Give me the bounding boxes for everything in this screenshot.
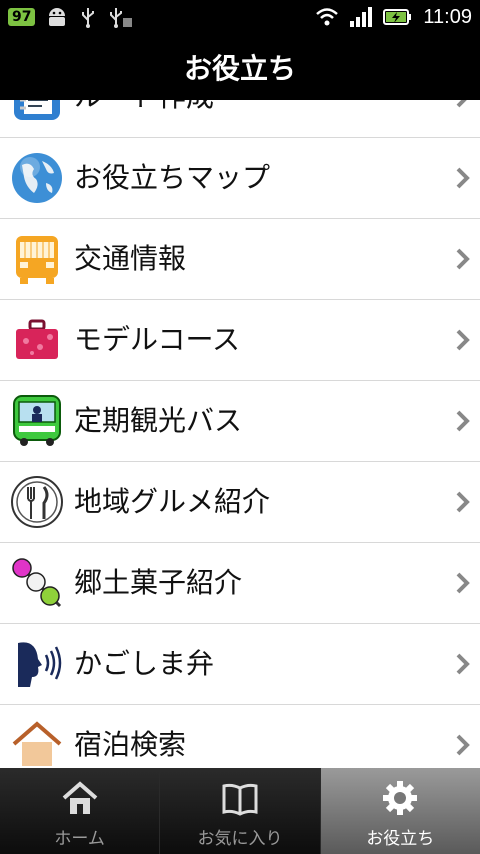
list-item-label: 宿泊検索 xyxy=(74,728,187,761)
list-item-model-course[interactable]: モデルコース xyxy=(0,300,480,381)
tab-useful[interactable]: お役立ち xyxy=(320,768,480,854)
tab-favorites[interactable]: お気に入り xyxy=(160,768,321,854)
list-item-label: 交通情報 xyxy=(74,242,187,275)
globe-icon xyxy=(12,153,62,203)
sightseeing-bus-icon xyxy=(13,395,61,446)
chevron-right-icon xyxy=(456,167,470,189)
status-right-icons: 11:09 xyxy=(315,4,472,30)
page-title: お役立ち xyxy=(183,52,296,85)
fork-knife-icon xyxy=(11,476,63,528)
list-item-label: かごしま弁 xyxy=(74,647,215,680)
list-item-label: モデルコース xyxy=(74,323,241,356)
list-item-lodging[interactable]: 宿泊検索 xyxy=(0,705,480,768)
gear-icon xyxy=(383,781,418,815)
chevron-right-icon xyxy=(456,491,470,513)
house-icon xyxy=(12,721,62,766)
status-left-icons: 97 xyxy=(8,6,133,28)
chevron-right-icon xyxy=(456,100,467,108)
list-item-sweets[interactable]: 郷土菓子紹介 xyxy=(0,543,480,624)
chevron-right-icon xyxy=(456,734,470,756)
menu-list[interactable]: ルート作成 お役立ちマップ 交通 xyxy=(0,100,480,768)
suitcase-icon xyxy=(16,319,58,359)
list-item-label: 定期観光バス xyxy=(74,404,243,437)
list-item-label: 郷土菓子紹介 xyxy=(74,566,243,599)
wifi-icon xyxy=(316,8,339,26)
list-item-dialect[interactable]: かごしま弁 xyxy=(0,624,480,705)
android-icon xyxy=(49,8,66,26)
chevron-right-icon xyxy=(456,329,470,351)
bottom-tab-bar: ホーム お気に入り お役立ち xyxy=(0,768,480,854)
route-notebook-icon xyxy=(14,100,60,120)
list-item-traffic[interactable]: 交通情報 xyxy=(0,219,480,300)
list-item-map[interactable]: お役立ちマップ xyxy=(0,138,480,219)
list-item-gourmet[interactable]: 地域グルメ紹介 xyxy=(0,462,480,543)
tab-label: お気に入り xyxy=(197,829,283,849)
battery-level-badge: 97 xyxy=(8,8,36,26)
home-icon xyxy=(62,781,97,814)
chevron-right-icon xyxy=(456,410,470,432)
status-time: 11:09 xyxy=(423,5,472,28)
title-bar: お役立ち xyxy=(0,34,480,100)
signal-icon xyxy=(350,7,373,27)
chevron-right-icon xyxy=(456,248,470,270)
speaking-head-icon xyxy=(18,642,62,687)
status-bar: 97 11:09 xyxy=(0,0,480,34)
list-item-label: ルート作成 xyxy=(74,100,214,137)
usb-debug-icon xyxy=(110,8,133,28)
dango-icon xyxy=(12,558,62,608)
chevron-right-icon xyxy=(456,653,470,675)
tab-home[interactable]: ホーム xyxy=(0,768,161,854)
battery-charging-icon xyxy=(383,9,412,25)
book-icon xyxy=(222,783,258,816)
list-item-route[interactable]: ルート作成 xyxy=(0,100,480,138)
chevron-right-icon xyxy=(456,572,470,594)
tab-label: お役立ち xyxy=(366,829,435,849)
list-item-label: 地域グルメ紹介 xyxy=(74,485,271,518)
list-item-label: お役立ちマップ xyxy=(74,161,271,194)
list-item-sightseeing-bus[interactable]: 定期観光バス xyxy=(0,381,480,462)
bus-front-icon xyxy=(16,236,58,284)
tab-label: ホーム xyxy=(54,829,105,849)
usb-icon xyxy=(82,8,95,28)
